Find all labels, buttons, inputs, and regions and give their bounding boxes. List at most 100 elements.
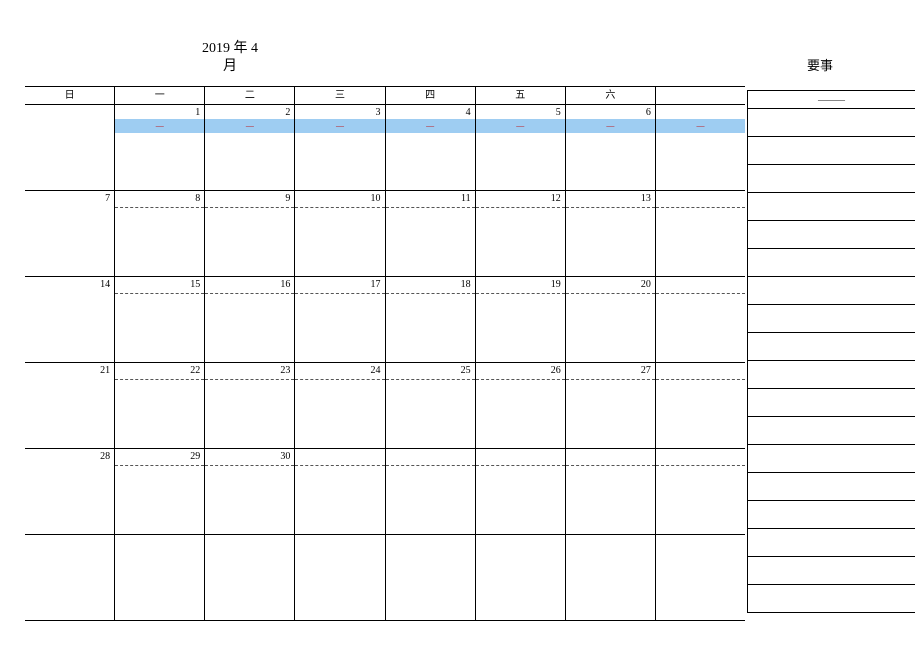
row-divider bbox=[295, 207, 384, 208]
day-cell[interactable]: 9 bbox=[204, 191, 294, 276]
day-cell[interactable]: 21 bbox=[25, 363, 114, 448]
note-line[interactable] bbox=[748, 137, 915, 165]
note-line[interactable] bbox=[748, 417, 915, 445]
day-cell[interactable]: 27 bbox=[565, 363, 655, 448]
day-cell[interactable]: 18 bbox=[385, 277, 475, 362]
day-number: 1 bbox=[195, 107, 200, 118]
day-cell[interactable]: 17 bbox=[294, 277, 384, 362]
day-cell[interactable]: 6— bbox=[565, 105, 655, 190]
event-strip: — bbox=[205, 119, 294, 133]
notes-panel: ——— bbox=[747, 90, 915, 613]
note-line[interactable] bbox=[748, 529, 915, 557]
day-number: 9 bbox=[285, 193, 290, 204]
weekday-label: 二 bbox=[204, 87, 294, 104]
note-line[interactable] bbox=[748, 277, 915, 305]
day-number: 20 bbox=[641, 279, 651, 290]
row-divider bbox=[205, 379, 294, 380]
day-cell[interactable]: 12 bbox=[475, 191, 565, 276]
day-number: 15 bbox=[190, 279, 200, 290]
day-cell[interactable] bbox=[475, 535, 565, 620]
day-cell[interactable]: 22 bbox=[114, 363, 204, 448]
day-number: 13 bbox=[641, 193, 651, 204]
note-line[interactable] bbox=[748, 473, 915, 501]
day-cell[interactable]: 4— bbox=[385, 105, 475, 190]
weekday-label: 日 bbox=[25, 87, 114, 104]
event-strip: — bbox=[476, 119, 565, 133]
note-line[interactable] bbox=[748, 585, 915, 613]
note-line[interactable] bbox=[748, 361, 915, 389]
weekday-label: 六 bbox=[565, 87, 655, 104]
day-cell[interactable]: 13 bbox=[565, 191, 655, 276]
day-number: 7 bbox=[105, 193, 110, 204]
weekday-label: 五 bbox=[475, 87, 565, 104]
day-cell[interactable]: 23 bbox=[204, 363, 294, 448]
event-strip: — bbox=[386, 119, 475, 133]
day-cell[interactable] bbox=[294, 449, 384, 534]
day-cell[interactable]: — bbox=[655, 105, 745, 190]
day-number: 14 bbox=[100, 279, 110, 290]
day-cell[interactable]: 1— bbox=[114, 105, 204, 190]
day-cell[interactable]: 14 bbox=[25, 277, 114, 362]
day-cell[interactable]: 25 bbox=[385, 363, 475, 448]
day-cell[interactable]: 10 bbox=[294, 191, 384, 276]
week-row: 1—2—3—4—5—6—— bbox=[25, 104, 745, 190]
note-line[interactable] bbox=[748, 109, 915, 137]
day-number: 30 bbox=[280, 451, 290, 462]
day-cell[interactable] bbox=[204, 535, 294, 620]
day-cell[interactable]: 30 bbox=[204, 449, 294, 534]
day-cell[interactable]: 26 bbox=[475, 363, 565, 448]
day-cell[interactable]: 24 bbox=[294, 363, 384, 448]
row-divider bbox=[205, 207, 294, 208]
day-cell[interactable] bbox=[25, 535, 114, 620]
day-cell[interactable] bbox=[655, 191, 745, 276]
day-cell[interactable] bbox=[294, 535, 384, 620]
day-cell[interactable]: 19 bbox=[475, 277, 565, 362]
note-line[interactable] bbox=[748, 165, 915, 193]
day-cell[interactable] bbox=[475, 449, 565, 534]
day-number: 19 bbox=[551, 279, 561, 290]
day-cell[interactable]: 28 bbox=[25, 449, 114, 534]
note-line[interactable] bbox=[748, 501, 915, 529]
event-strip: — bbox=[566, 119, 655, 133]
row-divider bbox=[656, 465, 745, 466]
day-cell[interactable]: 8 bbox=[114, 191, 204, 276]
row-divider bbox=[476, 379, 565, 380]
note-line[interactable] bbox=[748, 389, 915, 417]
note-line[interactable] bbox=[748, 249, 915, 277]
row-divider bbox=[115, 207, 204, 208]
day-cell[interactable] bbox=[655, 449, 745, 534]
note-line[interactable] bbox=[748, 333, 915, 361]
weekday-label: 三 bbox=[294, 87, 384, 104]
week-row: 21222324 25 2627 bbox=[25, 362, 745, 448]
day-cell[interactable]: 15 bbox=[114, 277, 204, 362]
note-line[interactable] bbox=[748, 557, 915, 585]
day-cell[interactable] bbox=[114, 535, 204, 620]
day-cell[interactable] bbox=[565, 449, 655, 534]
day-cell[interactable]: 7 bbox=[25, 191, 114, 276]
day-cell[interactable] bbox=[385, 535, 475, 620]
note-line[interactable] bbox=[748, 445, 915, 473]
row-divider bbox=[115, 379, 204, 380]
weekday-header-row: 日一二三四五六 bbox=[25, 86, 745, 104]
day-cell[interactable] bbox=[385, 449, 475, 534]
note-line[interactable] bbox=[748, 193, 915, 221]
day-cell[interactable] bbox=[655, 535, 745, 620]
day-cell[interactable]: 29 bbox=[114, 449, 204, 534]
day-cell[interactable] bbox=[655, 277, 745, 362]
note-line[interactable] bbox=[748, 221, 915, 249]
day-number: 2 bbox=[285, 107, 290, 118]
week-row: 2829 30 bbox=[25, 448, 745, 534]
day-cell[interactable] bbox=[565, 535, 655, 620]
notes-title: 要事 bbox=[740, 55, 900, 74]
day-cell[interactable]: 16 bbox=[204, 277, 294, 362]
day-cell[interactable]: 2— bbox=[204, 105, 294, 190]
day-cell[interactable]: 20 bbox=[565, 277, 655, 362]
day-cell[interactable]: 11 bbox=[385, 191, 475, 276]
day-number: 25 bbox=[461, 365, 471, 376]
day-number: 17 bbox=[371, 279, 381, 290]
day-cell[interactable]: 3— bbox=[294, 105, 384, 190]
day-cell[interactable]: 5— bbox=[475, 105, 565, 190]
note-line[interactable] bbox=[748, 305, 915, 333]
day-cell[interactable] bbox=[655, 363, 745, 448]
day-cell[interactable] bbox=[25, 105, 114, 190]
